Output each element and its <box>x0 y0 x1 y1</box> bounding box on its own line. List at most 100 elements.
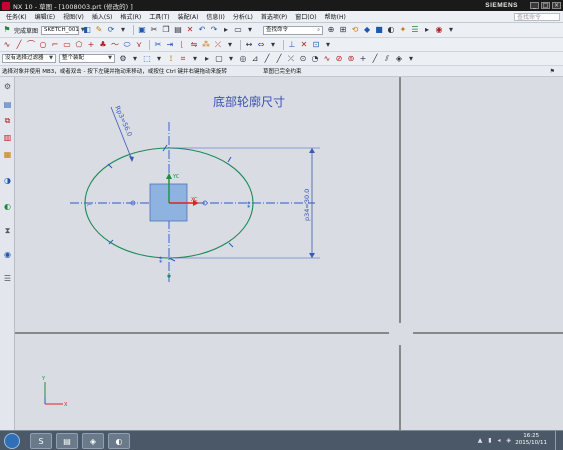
show-constraints-icon[interactable]: ⊡ <box>311 40 321 50</box>
web-browser-icon[interactable]: ◐ <box>2 201 13 212</box>
taskbar-app-nx[interactable]: ◈ <box>82 433 104 449</box>
snap-existing-icon[interactable]: ⊚ <box>346 54 356 64</box>
snap-bounded-icon[interactable]: ◈ <box>394 54 404 64</box>
menu-insert[interactable]: 插入(S) <box>88 12 117 21</box>
redo-icon[interactable]: ↷ <box>209 25 219 35</box>
fillet-icon[interactable]: ⌐ <box>50 40 60 50</box>
view-triad-icon[interactable]: ◎ <box>238 54 248 64</box>
snap-point-icon[interactable]: + <box>358 54 368 64</box>
arc-icon[interactable]: ⌒ <box>26 40 36 50</box>
system-tray-icons[interactable]: ▲ ▮ ◂ ◈ <box>478 437 513 444</box>
point-icon[interactable]: + <box>86 40 96 50</box>
finish-sketch-icon[interactable]: ⚑ <box>2 25 12 35</box>
rapid-dimension-icon[interactable]: ↔ <box>244 40 254 50</box>
rectangle-icon[interactable]: ▭ <box>62 40 72 50</box>
section-icon[interactable]: ◐ <box>386 25 396 35</box>
sketch-canvas[interactable]: YC XC ⌐ ⁑ ⁑ Rp3=56.0 p34=30.0 底部轮廓尺寸 X Y <box>15 77 563 430</box>
menu-analysis[interactable]: 分析(L) <box>229 12 257 21</box>
line-icon[interactable]: ╱ <box>14 40 24 50</box>
select-icon[interactable]: ⬚ <box>142 54 152 64</box>
quick-extend-icon[interactable]: ⇥ <box>165 40 175 50</box>
snap-options-icon[interactable]: ▸ <box>202 54 212 64</box>
vertical-dimension-text[interactable]: p34=30.0 <box>303 189 311 221</box>
snap-center-icon[interactable]: ⊙ <box>298 54 308 64</box>
snap-tangent-icon[interactable]: ⊘ <box>334 54 344 64</box>
find-command-input[interactable]: 查找命令 ⌕ <box>263 25 324 35</box>
mirror-icon[interactable]: ⇋ <box>189 40 199 50</box>
snap-line-icon[interactable]: ╱ <box>370 54 380 64</box>
circle-icon[interactable]: ○ <box>38 40 48 50</box>
repeat-icon[interactable]: ▸ <box>221 25 231 35</box>
snap-control-icon[interactable]: ╱ <box>274 54 284 64</box>
conic-icon[interactable]: ⋎ <box>134 40 144 50</box>
more-curve-icon[interactable]: ▾ <box>225 40 235 50</box>
finish-sketch-button[interactable]: 完成草图 <box>14 26 38 35</box>
part-navigator-icon[interactable]: ▥ <box>2 132 13 143</box>
menu-view[interactable]: 视图(V) <box>59 12 88 21</box>
menu-tools[interactable]: 工具(T) <box>145 12 173 21</box>
zoom-icon[interactable]: ⊕ <box>326 25 336 35</box>
delete-icon[interactable]: ✕ <box>185 25 195 35</box>
reattach-icon[interactable]: ✎ <box>94 25 104 35</box>
more-icon[interactable]: ▾ <box>446 25 456 35</box>
system-clock[interactable]: 16:25 2015/10/11 <box>515 433 547 447</box>
curve-rule-icon[interactable]: ⌗ <box>178 54 188 64</box>
intersection-icon[interactable]: ⤫ <box>213 40 223 50</box>
roles-icon[interactable]: ☰ <box>2 273 13 284</box>
sketch-name-select[interactable]: SKETCH_001 ▼ <box>41 25 85 35</box>
window-options-icon[interactable]: ▾ <box>245 25 255 35</box>
display-icon[interactable]: ◉ <box>434 25 444 35</box>
edit-section-icon[interactable]: ✦ <box>398 25 408 35</box>
update-model-icon[interactable]: ⟳ <box>106 25 116 35</box>
menu-edit[interactable]: 编辑(E) <box>31 12 59 21</box>
offset-icon[interactable]: ♣ <box>98 40 108 50</box>
maximize-button[interactable]: □ <box>541 2 550 9</box>
filter-options-icon[interactable]: ▾ <box>130 54 140 64</box>
snap-intersection-icon[interactable]: ⤫ <box>286 54 296 64</box>
reuse-library-icon[interactable]: ▦ <box>2 149 13 160</box>
select-all-icon[interactable]: ⚙ <box>118 54 128 64</box>
orient-to-sketch-icon[interactable]: ◧ <box>82 25 92 35</box>
snap-curve-icon[interactable]: ∿ <box>322 54 332 64</box>
selection-filter-select[interactable]: 没有选择过滤器 ▼ <box>2 54 56 63</box>
snap-midpoint-icon[interactable]: ╱ <box>262 54 272 64</box>
graphics-window[interactable]: YC XC ⌐ ⁑ ⁑ Rp3=56.0 p34=30.0 底部轮廓尺寸 X Y <box>15 77 563 430</box>
polygon-icon[interactable]: ⬠ <box>74 40 84 50</box>
menu-help[interactable]: 帮助(H) <box>321 12 350 21</box>
profile-icon[interactable]: ∿ <box>2 40 12 50</box>
pattern-icon[interactable]: ⁂ <box>201 40 211 50</box>
show-desktop-button[interactable] <box>555 431 563 450</box>
linear-dimension-icon[interactable]: ⇔ <box>256 40 266 50</box>
rotate-view-icon[interactable]: ⟲ <box>350 25 360 35</box>
snap-more-icon[interactable]: ▾ <box>406 54 416 64</box>
layer-icon[interactable]: ☰ <box>410 25 420 35</box>
command-search-input[interactable]: 查找命令 <box>514 12 560 21</box>
snap-endpoint-icon[interactable]: ⊿ <box>250 54 260 64</box>
taskbar-app-explorer[interactable]: ▤ <box>56 433 78 449</box>
rule-options-icon[interactable]: ▾ <box>190 54 200 64</box>
ellipse-icon[interactable]: ⬭ <box>122 40 132 50</box>
layer-options-icon[interactable]: ▸ <box>422 25 432 35</box>
origin-point[interactable] <box>167 274 171 278</box>
menu-task[interactable]: 任务(K) <box>2 12 31 21</box>
constraint-navigator-icon[interactable]: ⧉ <box>2 115 13 126</box>
menu-preferences[interactable]: 首选项(P) <box>257 12 291 21</box>
taskbar-app-tool[interactable]: ◐ <box>108 433 130 449</box>
copy-icon[interactable]: ❐ <box>161 25 171 35</box>
assembly-navigator-icon[interactable]: ▤ <box>2 99 13 110</box>
view-orientation-icon[interactable]: ◆ <box>362 25 372 35</box>
assembly-scope-select[interactable]: 整个装配 ▼ <box>59 54 115 63</box>
history-icon[interactable]: ⧗ <box>2 225 13 236</box>
quick-trim-icon[interactable]: ✂ <box>153 40 163 50</box>
menu-format[interactable]: 格式(R) <box>116 12 145 21</box>
auto-constrain-icon[interactable]: ✕ <box>299 40 309 50</box>
menu-window[interactable]: 窗口(O) <box>291 12 320 21</box>
geometric-constraints-icon[interactable]: ⊥ <box>287 40 297 50</box>
snap-face-icon[interactable]: ⫽ <box>382 54 392 64</box>
window-icon[interactable]: ▭ <box>233 25 243 35</box>
view-options-icon[interactable]: ▾ <box>118 25 128 35</box>
make-corner-icon[interactable]: ⌊ <box>177 40 187 50</box>
save-icon[interactable]: ▣ <box>137 25 147 35</box>
box-options-icon[interactable]: ▾ <box>226 54 236 64</box>
minimize-button[interactable]: _ <box>530 2 539 9</box>
